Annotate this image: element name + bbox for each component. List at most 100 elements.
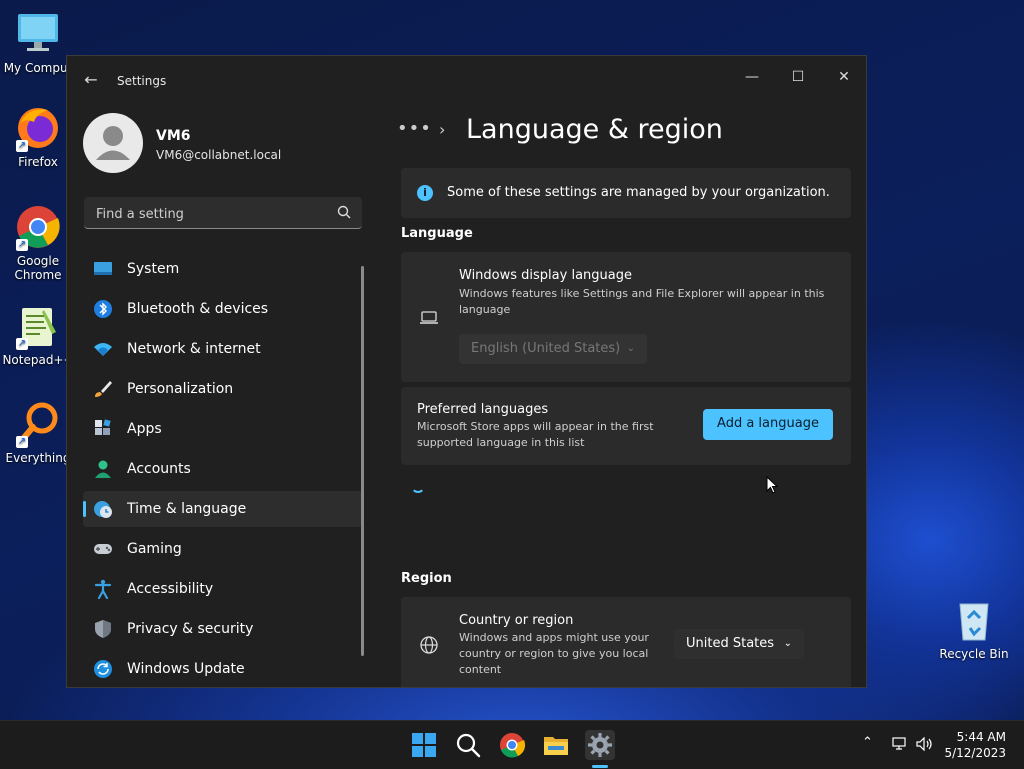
sidebar-item-apps[interactable]: Apps xyxy=(83,411,363,447)
sidebar-item-accessibility[interactable]: Accessibility xyxy=(83,571,363,607)
search-input[interactable] xyxy=(94,203,338,225)
shield-icon xyxy=(95,620,111,638)
chevron-down-icon: ⌄ xyxy=(783,638,792,649)
avatar[interactable] xyxy=(83,113,143,173)
sidebar-item-network[interactable]: Network & internet xyxy=(83,331,363,367)
laptop-icon xyxy=(420,311,438,324)
desktop-icon-label: My Comput xyxy=(3,61,73,75)
active-indicator xyxy=(83,501,86,517)
sidebar-item-accounts[interactable]: Accounts xyxy=(83,451,363,487)
sidebar-item-label: System xyxy=(127,261,180,277)
display-language-value: English (United States) xyxy=(471,341,621,356)
chevron-up-icon[interactable]: ⌃ xyxy=(862,735,873,750)
close-icon: ✕ xyxy=(838,69,850,85)
country-region-desc: Windows and apps might use your country … xyxy=(459,631,649,676)
sidebar-item-label: Personalization xyxy=(127,381,234,397)
mouse-cursor-icon xyxy=(766,476,778,494)
desktop-icon-chrome[interactable]: ↗ Google Chrome xyxy=(0,203,76,282)
app-title: Settings xyxy=(117,74,167,88)
accessibility-icon xyxy=(94,579,112,599)
bluetooth-icon xyxy=(94,300,112,318)
file-explorer-icon[interactable] xyxy=(540,729,572,761)
sidebar-item-gaming[interactable]: Gaming xyxy=(83,531,363,567)
country-region-card: Country or region Windows and apps might… xyxy=(401,597,851,687)
display-language-card: Windows display language Windows feature… xyxy=(401,252,851,382)
network-icon[interactable] xyxy=(892,737,908,751)
sidebar-item-label: Network & internet xyxy=(127,341,261,357)
settings-window: ← Settings — ☐ ✕ VM6 VM6@collabnet.local… xyxy=(66,55,867,688)
country-region-value: United States xyxy=(686,636,775,651)
managed-banner: i Some of these settings are managed by … xyxy=(401,168,851,218)
system-icon xyxy=(94,262,112,275)
sidebar-item-label: Accounts xyxy=(127,461,191,477)
country-region-dropdown[interactable]: United States ⌄ xyxy=(674,629,804,659)
info-icon: i xyxy=(417,185,433,201)
back-button[interactable]: ← xyxy=(81,70,101,90)
add-language-button[interactable]: Add a language xyxy=(703,409,833,440)
section-heading-region: Region xyxy=(401,571,452,586)
globe-icon xyxy=(420,636,438,654)
search-box[interactable] xyxy=(84,197,362,229)
chrome-taskbar-icon[interactable] xyxy=(496,729,528,761)
breadcrumb-more-button[interactable]: ••• xyxy=(397,118,432,139)
desktop-icon-label: Google Chrome xyxy=(14,254,62,282)
desktop-icon-label: Recycle Bin xyxy=(939,647,1009,661)
page-title: Language & region xyxy=(466,114,723,145)
desktop-icon-label: Everything xyxy=(5,451,71,465)
sidebar-item-label: Privacy & security xyxy=(127,621,254,637)
taskbar: ⌃ 5:44 AM 5/12/2023 xyxy=(0,720,1024,769)
desktop-icon-label: Notepad++ xyxy=(2,353,74,367)
display-language-title: Windows display language xyxy=(459,268,632,283)
sidebar-item-time-language[interactable]: Time & language xyxy=(83,491,363,527)
desktop-icon-everything[interactable]: ↗ Everything xyxy=(0,400,76,465)
loading-spinner xyxy=(411,479,425,493)
chrome-icon: ↗ xyxy=(14,203,62,251)
preferred-languages-card: Preferred languages Microsoft Store apps… xyxy=(401,387,851,465)
banner-text: Some of these settings are managed by yo… xyxy=(447,185,830,200)
desktop-icon-firefox[interactable]: ↗ Firefox xyxy=(0,104,76,169)
sidebar-scrollbar[interactable] xyxy=(361,266,364,656)
accounts-icon xyxy=(95,460,111,478)
sidebar-item-personalization[interactable]: Personalization xyxy=(83,371,363,407)
sidebar-item-bluetooth[interactable]: Bluetooth & devices xyxy=(83,291,363,327)
sidebar-item-windows-update[interactable]: Windows Update xyxy=(83,651,363,687)
close-button[interactable]: ✕ xyxy=(821,62,866,92)
desktop-icon-recycle-bin[interactable]: Recycle Bin xyxy=(936,596,1012,661)
sidebar-item-label: Windows Update xyxy=(127,661,245,677)
sidebar-item-label: Gaming xyxy=(127,541,182,557)
minimize-button[interactable]: — xyxy=(729,62,775,92)
sidebar-item-label: Apps xyxy=(127,421,162,437)
magnifier-icon: ↗ xyxy=(14,400,62,448)
notepadpp-icon: ↗ xyxy=(14,302,62,350)
monitor-icon xyxy=(14,10,62,58)
clock-date: 5/12/2023 xyxy=(944,746,1006,760)
country-region-title: Country or region xyxy=(459,613,574,628)
user-email: VM6@collabnet.local xyxy=(156,148,282,162)
desktop-icon-label: Firefox xyxy=(18,155,58,169)
sidebar-item-system[interactable]: System xyxy=(83,251,363,287)
sidebar-item-label: Time & language xyxy=(127,501,247,517)
user-icon xyxy=(96,126,130,160)
taskbar-clock[interactable]: 5:44 AM 5/12/2023 xyxy=(944,729,1006,761)
display-language-desc: Windows features like Settings and File … xyxy=(459,287,825,316)
search-icon xyxy=(337,205,351,219)
wifi-icon xyxy=(94,343,112,356)
title-bar: ← Settings — ☐ ✕ xyxy=(67,56,866,106)
apps-icon xyxy=(95,419,111,435)
preferred-languages-desc: Microsoft Store apps will appear in the … xyxy=(417,420,654,449)
desktop-icon-my-computer[interactable]: My Comput xyxy=(0,10,76,75)
section-heading-language: Language xyxy=(401,226,473,241)
preferred-languages-title: Preferred languages xyxy=(417,402,549,417)
maximize-button[interactable]: ☐ xyxy=(775,62,821,92)
volume-icon[interactable] xyxy=(916,737,934,751)
start-button[interactable] xyxy=(408,729,440,761)
sidebar-item-privacy[interactable]: Privacy & security xyxy=(83,611,363,647)
display-language-dropdown[interactable]: English (United States) ⌄ xyxy=(459,334,647,364)
gamepad-icon xyxy=(94,544,112,554)
sidebar-item-label: Accessibility xyxy=(127,581,214,597)
search-icon[interactable] xyxy=(452,729,484,761)
settings-taskbar-icon[interactable] xyxy=(584,729,616,761)
update-icon xyxy=(94,660,112,678)
desktop-icon-notepadpp[interactable]: ↗ Notepad++ xyxy=(0,302,76,367)
minimize-icon: — xyxy=(745,69,759,85)
